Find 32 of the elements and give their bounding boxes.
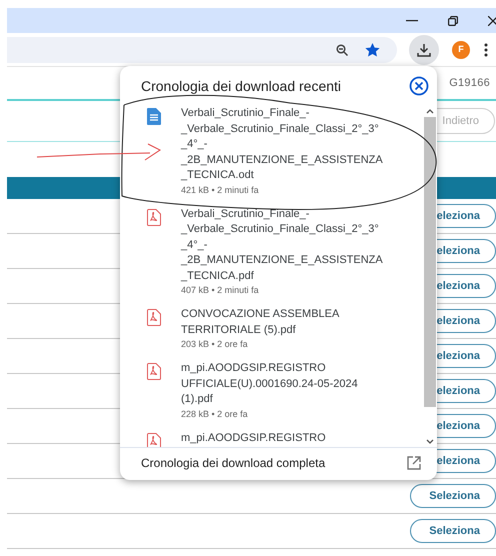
pdf-file-icon xyxy=(147,208,161,226)
document-file-icon xyxy=(147,108,161,125)
file-name[interactable]: Verbali_Scrutinio_Finale_- _Verbale_Scrutinio_Finale_Classi_2°_3° _4°_- _2B_MANUTENZIONE_E_ASSISTENZA _TECNICA.pdf xyxy=(181,206,383,284)
close-icon[interactable] xyxy=(409,76,429,96)
star-icon[interactable] xyxy=(365,42,380,56)
close-icon[interactable] xyxy=(488,16,496,26)
menu-icon[interactable] xyxy=(484,42,488,56)
minimize-icon[interactable] xyxy=(406,20,418,22)
pdf-file-icon xyxy=(147,309,161,326)
file-name[interactable]: m_pi.AOODGSIP.REGISTRO UFFICIALE(U).0001690.24-05-2024 (1).pdf xyxy=(181,361,358,408)
file-name[interactable]: m_pi.AOODGSIP.REGISTRO xyxy=(181,430,326,446)
file-details: 203 kB • 2 ore fa xyxy=(181,338,249,350)
record-id: G19166 xyxy=(449,76,490,91)
file-details: 421 kB • 2 minuti fa xyxy=(181,184,260,196)
restore-icon[interactable] xyxy=(448,16,458,26)
pdf-file-icon xyxy=(147,363,161,380)
external-link-icon[interactable] xyxy=(407,456,421,470)
zoom-out-icon[interactable] xyxy=(336,44,348,56)
file-details: 228 kB • 2 ore fa xyxy=(181,408,249,420)
file-details: 407 kB • 2 minuti fa xyxy=(181,284,260,296)
full-history-link[interactable]: Cronologia dei download completa xyxy=(141,454,407,472)
scroll-down-icon[interactable] xyxy=(426,439,434,445)
file-name[interactable]: Verbali_Scrutinio_Finale_- _Verbale_Scrutinio_Finale_Classi_2°_3° _4°_- _2B_MANUTENZIONE_E_ASSISTENZA _TECNICA.odt xyxy=(181,106,383,184)
download-button[interactable] xyxy=(409,34,439,64)
file-name[interactable]: CONVOCAZIONE ASSEMBLEA TERRITORIALE (5).pdf xyxy=(181,307,340,338)
scroll-up-icon[interactable] xyxy=(426,108,434,114)
pdf-file-icon xyxy=(147,432,161,447)
download-icon xyxy=(417,42,431,56)
popup-title: Cronologia dei download recenti xyxy=(141,76,342,96)
select-button[interactable]: Seleziona xyxy=(410,519,496,543)
scrollbar-thumb[interactable] xyxy=(424,117,436,407)
select-button[interactable]: Seleziona xyxy=(410,484,496,508)
